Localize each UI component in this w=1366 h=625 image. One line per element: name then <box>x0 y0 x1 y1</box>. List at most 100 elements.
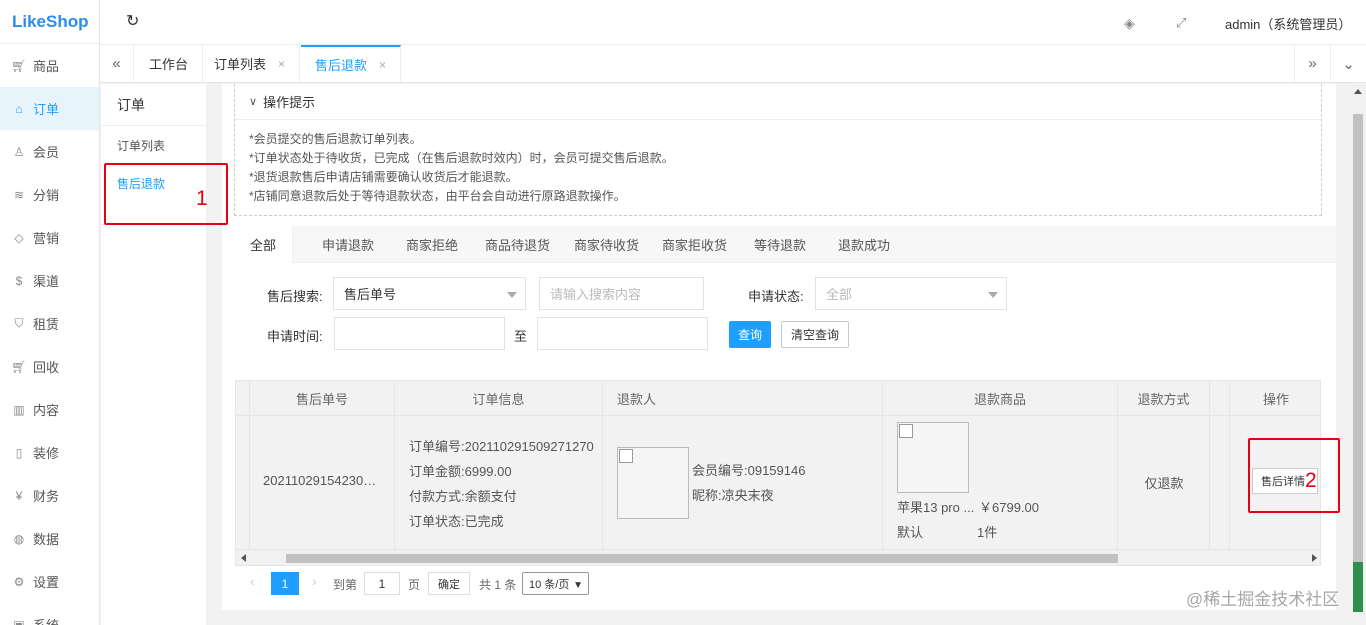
tabs-scroll-left-icon[interactable]: « <box>100 45 134 82</box>
status-tab-rejected[interactable]: 商家拒绝 <box>390 226 474 263</box>
scroll-up-icon[interactable] <box>1354 89 1362 94</box>
tips-title: 操作提示 <box>263 95 316 110</box>
page-vertical-scrollbar[interactable] <box>1350 84 1366 625</box>
refund-method-text: 仅退款 <box>1144 476 1184 491</box>
clear-query-button[interactable]: 清空查询 <box>781 321 850 348</box>
row-spacer <box>1210 416 1230 549</box>
user-icon: ♙ <box>13 144 25 159</box>
prev-page-icon[interactable]: ‹ <box>250 573 255 589</box>
sidebar-item-channels[interactable]: $ 渠道 <box>0 259 99 302</box>
close-icon[interactable]: × <box>379 58 386 72</box>
tab-label: 工作台 <box>149 57 189 72</box>
status-tab-refused-receipt[interactable]: 商家拒收货 <box>646 226 743 263</box>
status-tab-applied[interactable]: 申请退款 <box>306 226 390 263</box>
logo-text: LikeShop <box>12 11 89 31</box>
header-refund-user: 退款人 <box>603 381 883 416</box>
tip-line: *店铺同意退款后处于等待退款状态，由平台会自动进行原路退款操作。 <box>249 189 626 203</box>
sidebar-item-distribution[interactable]: ≋ 分销 <box>0 173 99 216</box>
current-page[interactable]: 1 <box>271 572 299 595</box>
sidebar-item-lease[interactable]: ⛉ 租赁 <box>0 302 99 345</box>
row-spacer <box>236 416 250 549</box>
sidebar-item-decoration[interactable]: ▯ 装修 <box>0 431 99 474</box>
sidebar-item-label: 会员 <box>33 145 60 160</box>
page-jump-input[interactable]: 1 <box>364 572 400 595</box>
sidebar-item-goods[interactable]: 🛒︎ 商品 <box>0 44 99 87</box>
total-count: 共 1 条 <box>479 578 517 592</box>
tips-header[interactable]: ∨ 操作提示 <box>235 84 1321 120</box>
logo[interactable]: LikeShop <box>0 0 99 44</box>
status-tab-pending-return[interactable]: 商品待退货 <box>469 226 566 263</box>
refresh-icon[interactable]: ↻ <box>126 14 142 30</box>
tag-icon[interactable]: ◈ <box>1124 15 1140 31</box>
status-tab-waiting-refund[interactable]: 等待退款 <box>738 226 822 263</box>
close-icon[interactable]: × <box>278 57 285 71</box>
fullscreen-icon[interactable]: ⤢ <box>1176 15 1192 31</box>
header-refund-goods: 退款商品 <box>883 381 1118 416</box>
table-horizontal-scrollbar[interactable] <box>236 549 1320 565</box>
table-row: 2021102915423021... 订单编号:202110291509271… <box>236 416 1320 549</box>
tab-after-sale-refund[interactable]: 售后退款 × <box>301 45 402 82</box>
sidebar-item-label: 内容 <box>33 403 60 418</box>
scrollbar-thumb[interactable] <box>1353 114 1363 584</box>
cell-order-info: 订单编号:202110291509271270 订单金额:6999.00 付款方… <box>395 416 603 549</box>
status-select[interactable]: 全部 <box>815 277 1007 310</box>
status-tab-refund-success[interactable]: 退款成功 <box>822 226 906 263</box>
tabs-scroll-right-icon[interactable]: » <box>1294 45 1330 82</box>
book-icon: ▥ <box>13 402 25 417</box>
search-type-select[interactable]: 售后单号 <box>333 277 526 310</box>
status-tab-pending-receipt[interactable]: 商家待收货 <box>558 226 655 263</box>
tab-label: 订单列表 <box>214 57 267 72</box>
broken-image-icon <box>619 449 633 463</box>
query-button[interactable]: 查询 <box>729 321 772 348</box>
tabs-menu-chevron-icon[interactable]: ⌄ <box>1330 45 1366 82</box>
status-tab-all[interactable]: 全部 <box>234 226 294 263</box>
tab-order-list[interactable]: 订单列表 × <box>200 45 301 82</box>
page-size-select[interactable]: 10 条/页 ▼ <box>522 572 589 595</box>
left-sidebar: LikeShop 🛒︎ 商品 ⌂ 订单 ♙ 会员 ≋ 分销 ◇ 营销 $ 渠道 ⛉ 租赁 🛒︎… <box>0 0 100 625</box>
sidebar-item-recycle[interactable]: 🛒︎ 回收 <box>0 345 99 388</box>
next-page-icon[interactable]: › <box>312 573 317 589</box>
avatar <box>617 447 689 519</box>
sidebar-item-orders[interactable]: ⌂ 订单 <box>0 87 99 130</box>
cell-refund-goods: 苹果13 pro ... ￥6799.00 默认 1件 <box>883 416 1118 549</box>
start-date-input[interactable] <box>334 317 505 350</box>
sidebar-item-finance[interactable]: ¥ 财务 <box>0 474 99 517</box>
sidebar-item-label: 财务 <box>33 489 60 504</box>
table-header-spacer <box>236 381 250 416</box>
refund-table: 售后单号 订单信息 退款人 退款商品 退款方式 操作 2021102915423… <box>235 380 1321 566</box>
order-amount: 订单金额:6999.00 <box>409 464 512 479</box>
top-header: ↻ ◈ ⤢ admin（系统管理员） <box>100 0 1366 45</box>
sidebar-item-system[interactable]: ▣ 系统 <box>0 603 99 625</box>
header-order-info: 订单信息 <box>395 381 603 416</box>
main-content: ∨ 操作提示 *会员提交的售后退款订单列表。 *订单状态处于待收货，已完成（在售后… <box>222 84 1336 610</box>
sidebar-item-label: 设置 <box>33 575 60 590</box>
scroll-right-icon[interactable] <box>1312 554 1317 562</box>
tab-workbench[interactable]: 工作台 <box>135 45 204 82</box>
scroll-left-icon[interactable] <box>241 554 246 562</box>
subnav-title: 订单 <box>101 84 206 126</box>
sidebar-item-marketing[interactable]: ◇ 营销 <box>0 216 99 259</box>
broken-image-icon <box>899 424 913 438</box>
goods-image <box>897 422 969 493</box>
scrollbar-thumb-lower[interactable] <box>1353 562 1363 612</box>
sidebar-item-settings[interactable]: ⚙ 设置 <box>0 560 99 603</box>
sidebar-item-content[interactable]: ▥ 内容 <box>0 388 99 431</box>
page-jump-confirm-button[interactable]: 确定 <box>428 572 470 595</box>
end-date-input[interactable] <box>537 317 708 350</box>
cart-icon: 🛒︎ <box>11 58 27 73</box>
scrollbar-thumb[interactable] <box>286 554 1118 563</box>
goods-name: 苹果13 pro ... <box>897 500 975 515</box>
sidebar-item-label: 订单 <box>33 102 60 117</box>
time-label: 申请时间: <box>267 329 323 344</box>
sidebar-item-members[interactable]: ♙ 会员 <box>0 130 99 173</box>
sidebar-item-label: 数据 <box>33 532 60 547</box>
pay-method: 付款方式:余额支付 <box>409 489 517 504</box>
shield-icon: ⛉ <box>14 316 24 330</box>
table-header-spacer <box>1210 381 1230 416</box>
goods-price: ￥6799.00 <box>979 500 1039 515</box>
admin-user-menu[interactable]: admin（系统管理员） <box>1225 14 1351 33</box>
search-type-value: 售后单号 <box>344 287 397 302</box>
sidebar-item-data[interactable]: ◍ 数据 <box>0 517 99 560</box>
subnav-item-order-list[interactable]: 订单列表 <box>101 126 206 164</box>
search-input[interactable]: 请输入搜索内容 <box>539 277 704 310</box>
